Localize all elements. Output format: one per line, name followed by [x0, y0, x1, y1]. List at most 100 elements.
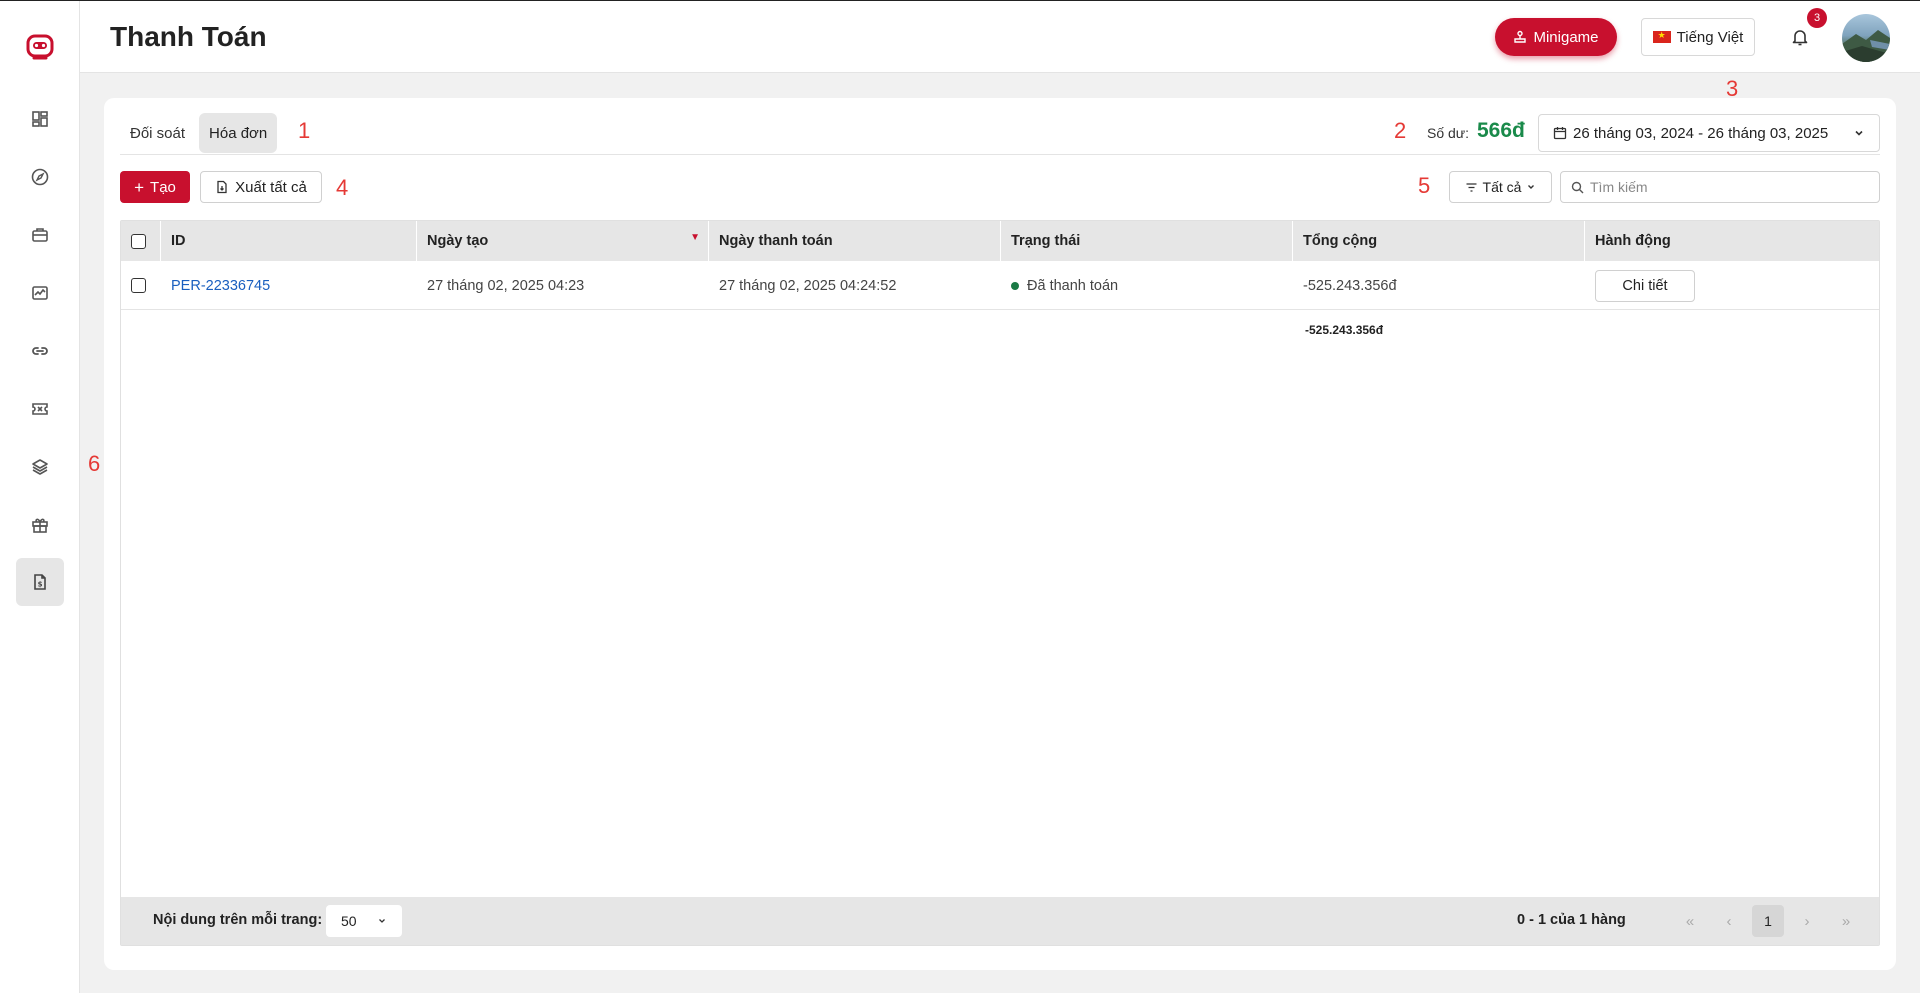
filter-label: Tất cả: [1482, 179, 1522, 195]
table-footer: Nội dung trên mỗi trang: 50 0 - 1 của 1 …: [121, 897, 1879, 945]
minigame-label: Minigame: [1533, 28, 1599, 46]
search-icon: [1571, 181, 1584, 193]
link-icon: [32, 347, 48, 355]
column-header-created-label: Ngày tạo: [427, 233, 489, 249]
double-chevron-right-icon: »: [1841, 912, 1851, 930]
date-range-text: 26 tháng 03, 2024 - 26 tháng 03, 2025: [1573, 124, 1829, 142]
page-title: Thanh Toán: [110, 21, 267, 52]
notification-bell[interactable]: [1786, 23, 1814, 51]
rows-per-page-label: Nội dung trên mỗi trang:: [153, 912, 323, 928]
chart-icon: [32, 286, 48, 300]
dashboard-icon: [32, 111, 48, 127]
table-row: PER-22336745 27 tháng 02, 2025 04:23 27 …: [121, 261, 1879, 310]
last-page-button[interactable]: »: [1830, 905, 1862, 937]
calendar-icon: [1553, 127, 1567, 140]
compass-icon: [31, 168, 49, 186]
chevron-down-icon: [379, 919, 385, 923]
status-filter[interactable]: Tất cả: [1449, 171, 1552, 203]
annotation-marker-5: 5: [1418, 173, 1431, 198]
search-input[interactable]: [1590, 179, 1860, 195]
layers-icon: [32, 459, 48, 475]
balance-value: 566đ: [1477, 119, 1525, 142]
sidebar-item-dashboard[interactable]: [16, 95, 64, 143]
status-badge: Đã thanh toán: [1027, 277, 1119, 294]
prev-page-button[interactable]: ‹: [1713, 905, 1745, 937]
create-label: Tạo: [150, 178, 176, 196]
date-range-picker[interactable]: 26 tháng 03, 2024 - 26 tháng 03, 2025: [1538, 114, 1880, 152]
tabs-divider: [120, 154, 1880, 155]
avatar[interactable]: [1842, 14, 1890, 62]
landscape-avatar-icon: [1842, 30, 1890, 62]
sidebar: $: [0, 1, 80, 993]
bell-icon: [1792, 30, 1808, 46]
annotation-marker-1: 1: [298, 118, 311, 143]
select-all-cell: [121, 221, 161, 261]
column-header-status[interactable]: Trạng thái: [1001, 221, 1293, 261]
row-select-cell: [121, 261, 161, 310]
current-page-button[interactable]: 1: [1752, 905, 1784, 937]
robot-logo-icon[interactable]: [24, 31, 56, 63]
column-header-created[interactable]: Ngày tạo ▼: [417, 221, 709, 261]
chevron-down-icon: [1855, 130, 1863, 136]
export-all-button[interactable]: Xuất tất cả: [200, 171, 322, 203]
total-cell: -525.243.356đ: [1303, 277, 1397, 294]
sort-desc-icon[interactable]: ▼: [690, 232, 700, 243]
rows-per-page-select[interactable]: 50: [326, 905, 402, 937]
sidebar-item-tickets[interactable]: [16, 385, 64, 433]
annotation-marker-4: 4: [336, 175, 349, 200]
invoice-icon: $: [34, 574, 46, 590]
sidebar-item-jobs[interactable]: [16, 211, 64, 259]
rows-per-page-value: 50: [341, 913, 357, 929]
sidebar-item-gifts[interactable]: [16, 501, 64, 549]
invoice-id-cell: PER-22336745: [161, 261, 417, 310]
table-header: ID Ngày tạo ▼ Ngày thanh toán Trạng thái…: [121, 221, 1879, 261]
annotation-marker-3: 3: [1726, 76, 1739, 101]
plus-icon: +: [134, 177, 145, 197]
column-header-actions: Hành động: [1595, 233, 1671, 249]
tab-reconciliation[interactable]: Đối soát: [120, 113, 195, 153]
filter-icon: [1466, 182, 1477, 192]
balance-label: Số dư:: [1427, 125, 1470, 141]
vietnam-flag-icon: [1652, 30, 1671, 43]
column-header-paid[interactable]: Ngày thanh toán: [709, 221, 1001, 261]
paid-date-cell: 27 tháng 02, 2025 04:24:52: [719, 277, 897, 294]
annotation-marker-6: 6: [88, 451, 101, 476]
chevron-right-icon: ›: [1804, 912, 1810, 930]
ticket-icon: [32, 403, 48, 415]
annotation-marker-2: 2: [1394, 118, 1407, 143]
sidebar-item-invoices[interactable]: $: [16, 558, 64, 606]
search-box: [1560, 171, 1880, 203]
first-page-button[interactable]: «: [1674, 905, 1706, 937]
briefcase-icon: [32, 228, 48, 242]
sidebar-item-analytics[interactable]: [16, 269, 64, 317]
create-button[interactable]: + Tạo: [120, 171, 190, 203]
sidebar-item-links[interactable]: [16, 327, 64, 375]
language-label: Tiếng Việt: [1676, 28, 1744, 46]
invoice-id-link[interactable]: PER-22336745: [171, 278, 270, 294]
main-card: Đối soát Hóa đơn 1 2 3 4 5 6 Số dư: 566đ…: [88, 76, 1896, 970]
language-selector[interactable]: Tiếng Việt: [1641, 18, 1755, 56]
column-header-id[interactable]: ID: [161, 221, 417, 261]
export-label: Xuất tất cả: [235, 178, 307, 196]
select-all-checkbox[interactable]: [131, 233, 146, 249]
column-header-total[interactable]: Tổng cộng: [1293, 221, 1585, 261]
chevron-down-icon: [1528, 185, 1535, 189]
total-sum: -525.243.356đ: [1305, 323, 1384, 337]
file-export-icon: [217, 180, 227, 194]
invoice-table: ID Ngày tạo ▼ Ngày thanh toán Trạng thái…: [120, 220, 1880, 946]
status-dot-icon: [1011, 281, 1019, 290]
chevron-left-icon: ‹: [1726, 912, 1732, 930]
sidebar-item-explore[interactable]: [16, 153, 64, 201]
created-date-cell: 27 tháng 02, 2025 04:23: [427, 277, 585, 294]
minigame-button[interactable]: Minigame: [1495, 18, 1617, 56]
next-page-button[interactable]: ›: [1791, 905, 1823, 937]
sidebar-item-layers[interactable]: [16, 443, 64, 491]
tab-invoices[interactable]: Hóa đơn: [199, 113, 278, 153]
detail-button[interactable]: Chi tiết: [1595, 269, 1695, 302]
row-checkbox[interactable]: [131, 278, 146, 293]
pagination-range: 0 - 1 của 1 hàng: [1517, 912, 1626, 928]
action-cell: Chi tiết: [1585, 261, 1879, 310]
gift-icon: [32, 518, 48, 533]
status-cell: Đã thanh toán: [1001, 261, 1293, 310]
joystick-icon: [1514, 30, 1527, 43]
